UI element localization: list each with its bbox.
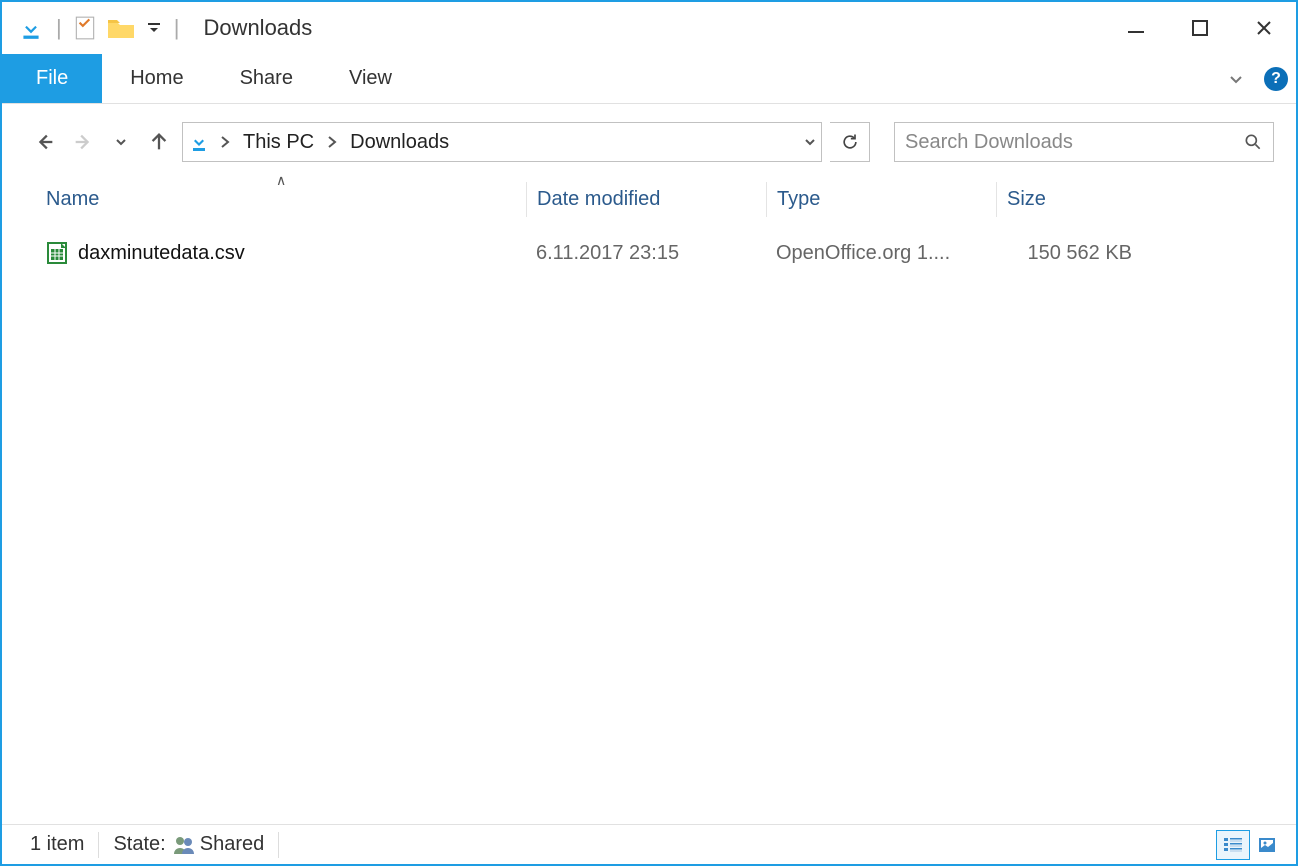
tab-home[interactable]: Home	[102, 54, 211, 103]
downloads-folder-icon	[18, 15, 44, 41]
address-bar[interactable]: This PC Downloads	[182, 122, 822, 162]
help-icon: ?	[1264, 67, 1288, 91]
item-count: 1 item	[30, 833, 84, 856]
large-icons-view-button[interactable]	[1250, 830, 1284, 860]
chevron-right-icon[interactable]	[219, 134, 231, 150]
title-bar: | | Downloads	[2, 2, 1296, 54]
breadcrumb-this-pc[interactable]: This PC	[239, 131, 318, 154]
help-button[interactable]: ?	[1256, 54, 1296, 103]
view-mode-buttons	[1216, 830, 1284, 860]
properties-icon[interactable]	[74, 15, 96, 41]
column-name[interactable]: Name ∧	[36, 182, 526, 217]
downloads-location-icon	[187, 130, 211, 154]
shared-icon	[172, 834, 196, 856]
search-icon[interactable]	[1243, 132, 1263, 152]
file-size: 150 562 KB	[996, 242, 1156, 265]
tab-view[interactable]: View	[321, 54, 420, 103]
column-size[interactable]: Size	[996, 182, 1156, 217]
column-headers: Name ∧ Date modified Type Size	[2, 172, 1296, 227]
minimize-button[interactable]	[1104, 5, 1168, 51]
window-title: Downloads	[203, 15, 312, 41]
file-list: daxminutedata.csv 6.11.2017 23:15 OpenOf…	[2, 227, 1296, 824]
file-row[interactable]: daxminutedata.csv 6.11.2017 23:15 OpenOf…	[36, 235, 1296, 271]
close-button[interactable]	[1232, 5, 1296, 51]
maximize-button[interactable]	[1168, 5, 1232, 51]
breadcrumb-downloads[interactable]: Downloads	[346, 131, 453, 154]
separator	[278, 832, 279, 858]
chevron-right-icon[interactable]	[326, 134, 338, 150]
state-value: Shared	[200, 833, 265, 856]
sort-indicator-icon: ∧	[276, 172, 286, 189]
separator	[98, 832, 99, 858]
spreadsheet-file-icon	[46, 241, 68, 265]
tab-file[interactable]: File	[2, 54, 102, 103]
explorer-window: | | Downloads File	[0, 0, 1298, 866]
status-bar: 1 item State: Shared	[2, 824, 1296, 864]
file-name: daxminutedata.csv	[78, 242, 245, 265]
details-view-button[interactable]	[1216, 830, 1250, 860]
folder-icon	[106, 15, 136, 41]
ribbon-collapse-icon[interactable]	[1216, 54, 1256, 103]
search-box[interactable]	[894, 122, 1274, 162]
recent-locations-dropdown[interactable]	[106, 127, 136, 157]
address-history-dropdown[interactable]	[803, 135, 817, 149]
search-input[interactable]	[905, 131, 1243, 154]
tab-share[interactable]: Share	[212, 54, 321, 103]
column-type[interactable]: Type	[766, 182, 996, 217]
up-button[interactable]	[144, 127, 174, 157]
back-button[interactable]	[30, 127, 60, 157]
quick-access-toolbar: | |	[18, 15, 185, 41]
file-type: OpenOffice.org 1....	[766, 242, 996, 265]
separator: |	[56, 15, 62, 41]
qat-dropdown-icon[interactable]	[146, 20, 162, 36]
column-date-modified[interactable]: Date modified	[526, 182, 766, 217]
separator: |	[174, 15, 180, 41]
column-name-label: Name	[46, 188, 99, 210]
forward-button[interactable]	[68, 127, 98, 157]
refresh-button[interactable]	[830, 122, 870, 162]
state-label: State:	[113, 833, 165, 856]
navigation-bar: This PC Downloads	[2, 104, 1296, 172]
ribbon-tabs: File Home Share View ?	[2, 54, 1296, 104]
window-controls	[1104, 5, 1296, 51]
file-date: 6.11.2017 23:15	[526, 242, 766, 265]
